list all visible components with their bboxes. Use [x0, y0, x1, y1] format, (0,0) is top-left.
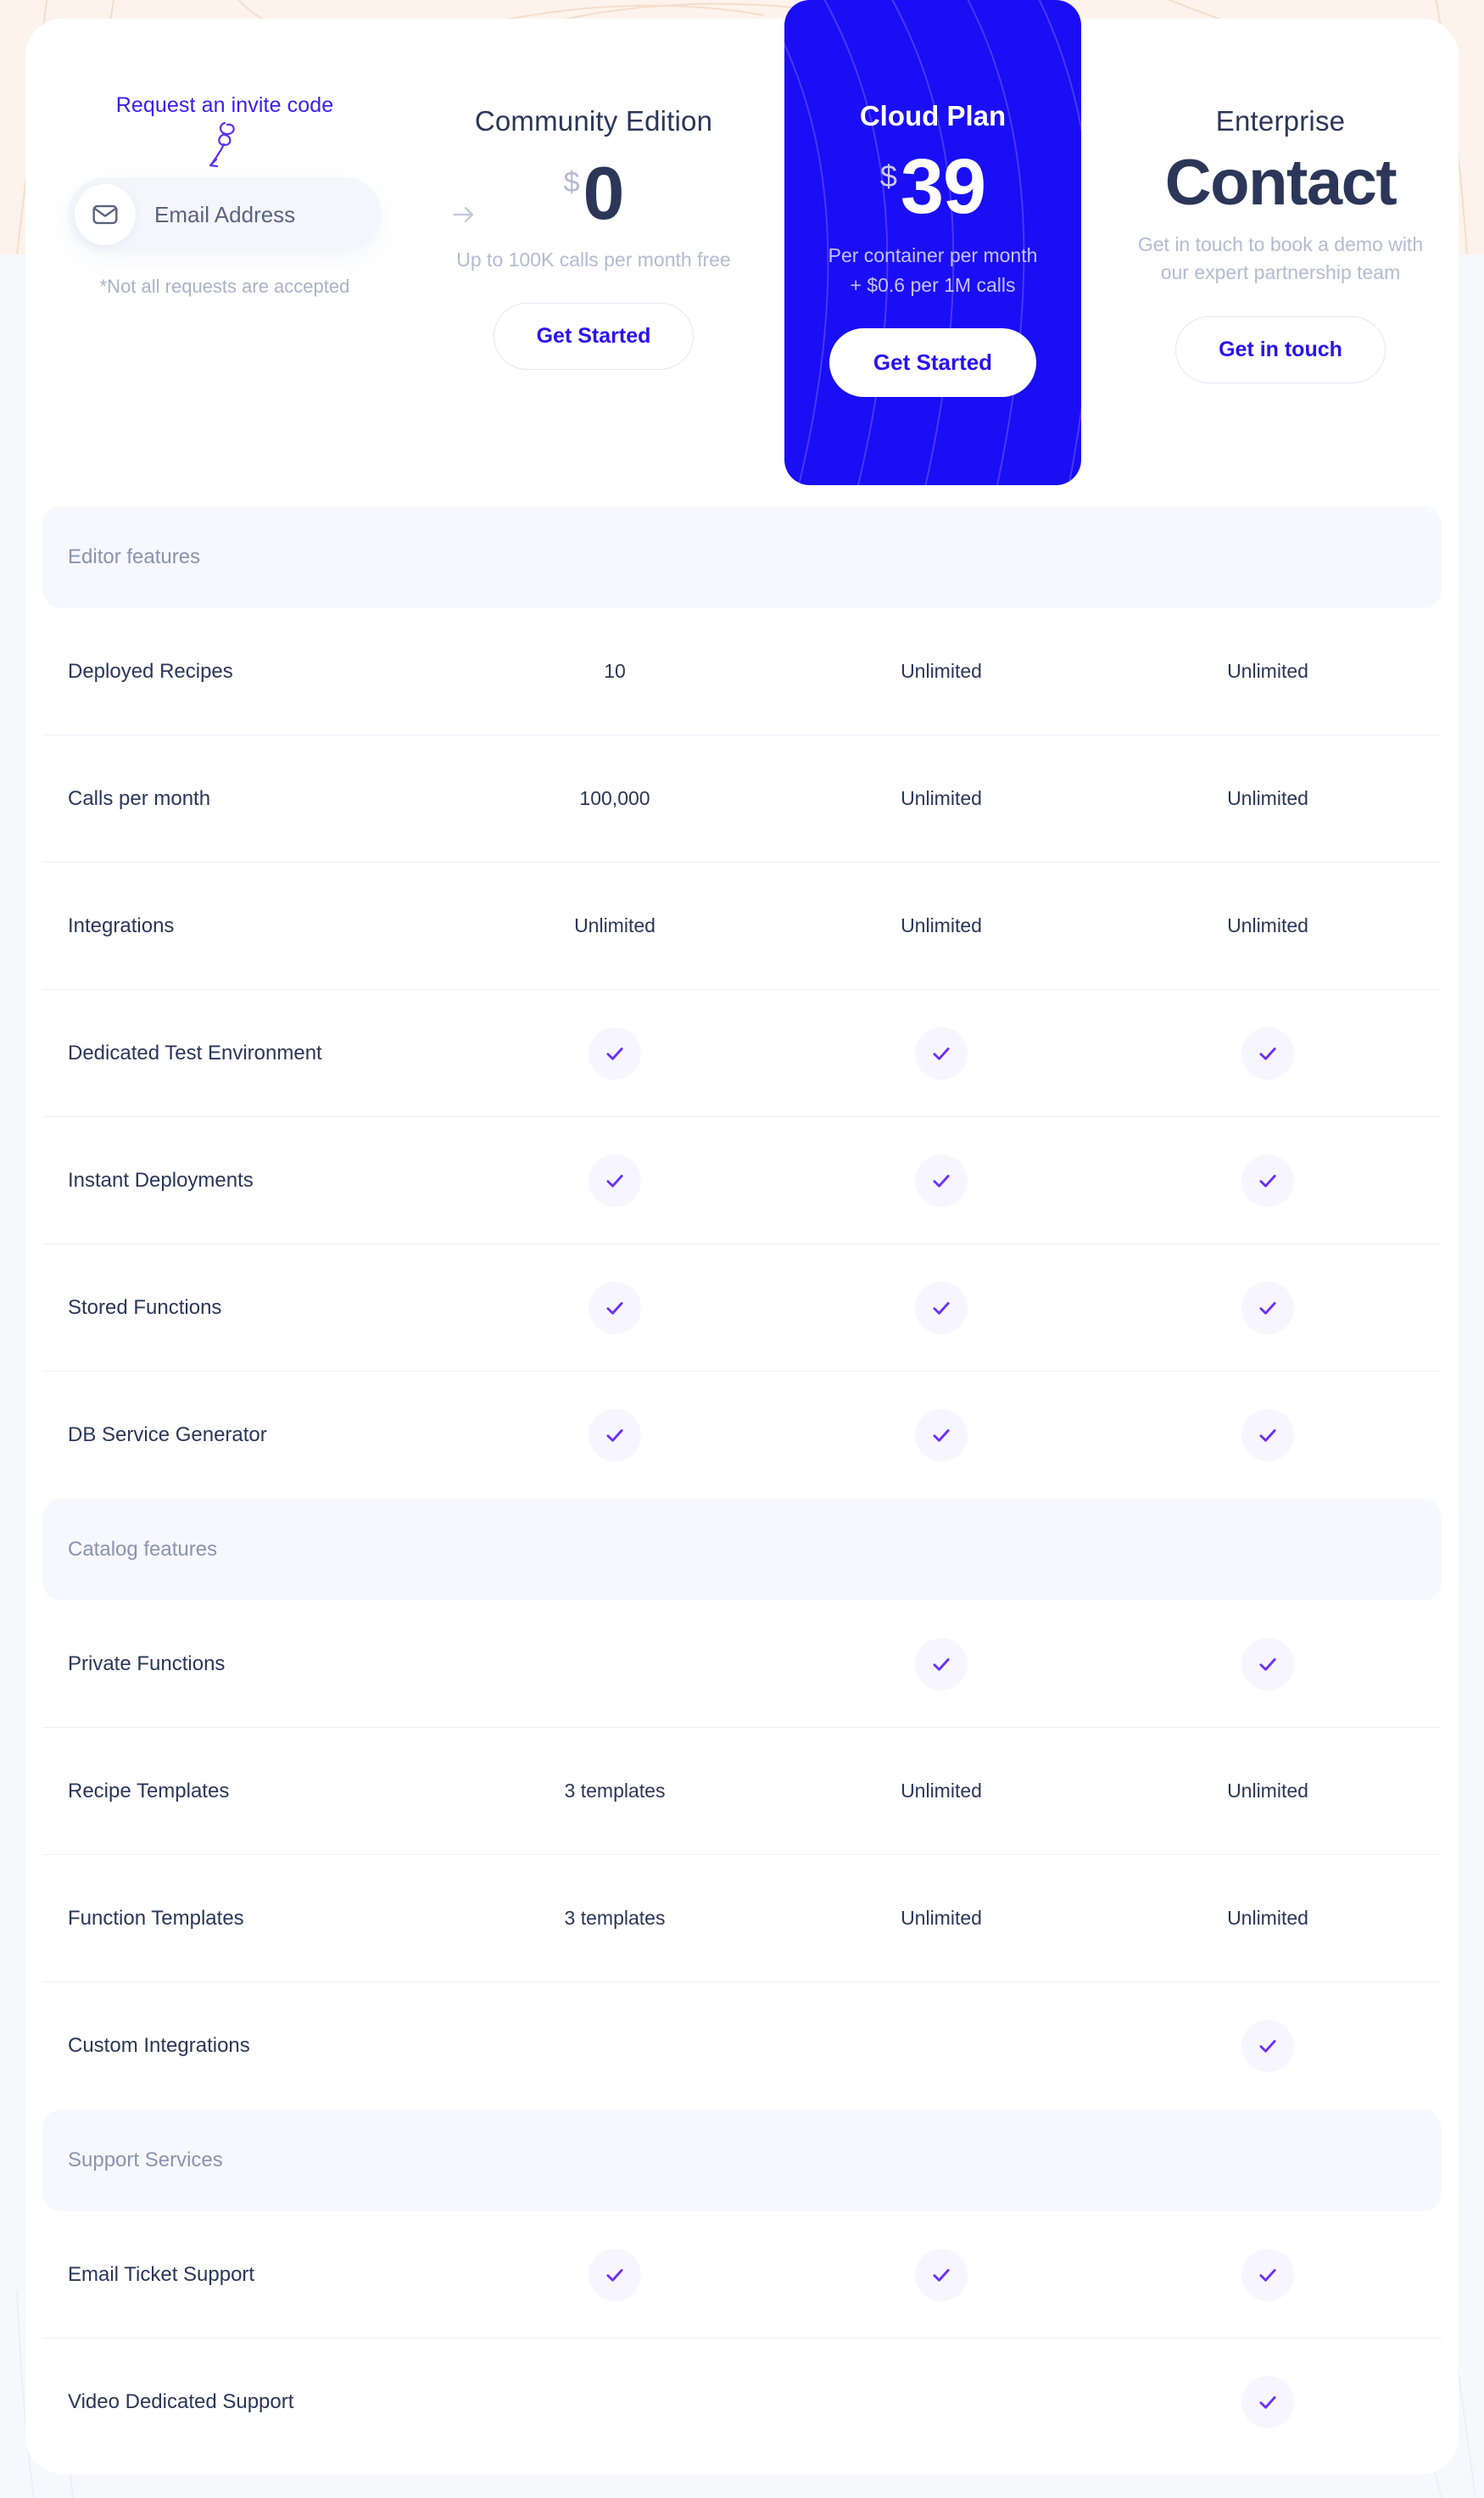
- email-signup-field[interactable]: [68, 177, 474, 252]
- feature-value-enterprise: Unlimited: [1227, 1780, 1308, 1802]
- feature-value-cloud: Unlimited: [901, 787, 982, 809]
- plan-subtitle-enterprise-line1: Get in touch to book a demo with: [1137, 233, 1424, 255]
- feature-label: Custom Integrations: [68, 2034, 250, 2057]
- check-icon: [589, 1409, 641, 1461]
- feature-value-community: Unlimited: [574, 914, 656, 936]
- table-row: Private Functions: [42, 1601, 1442, 1728]
- currency-symbol-cloud: $: [879, 159, 897, 193]
- check-icon: [1241, 1154, 1294, 1207]
- feature-label: Integrations: [68, 914, 175, 937]
- feature-value-community: 10: [604, 660, 626, 682]
- table-row: Dedicated Test Environment: [42, 990, 1442, 1117]
- feature-value-community: 100,000: [579, 787, 650, 809]
- comparison-table: Editor features Deployed Recipes 10 Unlimit…: [25, 506, 1459, 2466]
- feature-value-cloud: Unlimited: [901, 1780, 982, 1802]
- price-amount: 0: [583, 151, 624, 235]
- feature-value-cloud: Unlimited: [901, 914, 982, 936]
- feature-label: Dedicated Test Environment: [68, 1041, 322, 1065]
- feature-label: DB Service Generator: [68, 1423, 267, 1446]
- section-label: Support Services: [68, 2149, 223, 2171]
- feature-label: Recipe Templates: [68, 1779, 230, 1802]
- request-invite-code-link[interactable]: Request an invite code: [42, 93, 407, 118]
- feature-label: Stored Functions: [68, 1295, 222, 1319]
- pricing-page-card: Request an invite code Email Address *No…: [25, 0, 1459, 2474]
- table-row: Recipe Templates 3 templates Unlimited Unli…: [42, 1728, 1442, 1855]
- check-icon: [915, 1409, 968, 1461]
- feature-value-enterprise: Unlimited: [1227, 660, 1308, 682]
- table-row: DB Service Generator: [42, 1372, 1442, 1499]
- get-started-button-cloud[interactable]: Get Started: [828, 328, 1037, 397]
- plan-title-community: Community Edition: [474, 105, 713, 137]
- plan-price-community: $ 0: [411, 156, 776, 231]
- feature-value-enterprise: Unlimited: [1227, 914, 1308, 936]
- section-label: Editor features: [68, 545, 201, 568]
- check-icon: [1241, 1281, 1294, 1334]
- feature-label: Calls per month: [68, 786, 211, 810]
- check-icon: [915, 1154, 968, 1207]
- feature-value-cloud: Unlimited: [901, 660, 982, 682]
- feature-label: Email Ticket Support: [68, 2262, 255, 2286]
- feature-label: Private Functions: [68, 1651, 226, 1675]
- plan-community: Community Edition $ 0 Up to 100K calls p…: [411, 19, 776, 371]
- plan-subtitle-enterprise-line2: our expert partnership team: [1160, 261, 1401, 284]
- invite-note: *Not all requests are accepted: [99, 276, 350, 297]
- table-row: Deployed Recipes 10 Unlimited Unlimited: [42, 608, 1442, 735]
- check-icon: [1241, 2376, 1294, 2428]
- table-row: Calls per month 100,000 Unlimited Unlimited: [42, 735, 1442, 863]
- feature-label: Instant Deployments: [68, 1168, 254, 1192]
- plan-subtitle-cloud-line1: Per container per month: [828, 244, 1038, 266]
- plan-title-enterprise: Enterprise: [1215, 105, 1346, 137]
- currency-symbol: $: [563, 166, 580, 198]
- table-row: Integrations Unlimited Unlimited Unlimited: [42, 863, 1442, 990]
- plan-enterprise: Enterprise Contact Get in touch to book …: [1115, 19, 1446, 383]
- feature-value-cloud: Unlimited: [901, 1907, 982, 1929]
- plan-title-cloud: Cloud Plan: [859, 100, 1007, 131]
- table-row: Instant Deployments: [42, 1117, 1442, 1244]
- table-row: Function Templates 3 templates Unlimited Un…: [42, 1855, 1442, 1982]
- feature-value-community: 3 templates: [564, 1780, 666, 1802]
- check-icon: [589, 2248, 641, 2301]
- section-header-band: Support Services: [42, 2110, 1442, 2211]
- email-input[interactable]: [136, 201, 438, 228]
- section-header-band: Editor features: [42, 506, 1442, 608]
- get-in-touch-button[interactable]: Get in touch: [1175, 316, 1386, 383]
- feature-label: Function Templates: [68, 1906, 244, 1930]
- check-icon: [915, 1637, 968, 1690]
- check-icon: [1241, 1637, 1294, 1690]
- price-amount-cloud: 39: [900, 143, 986, 230]
- check-icon: [1241, 2248, 1294, 2301]
- check-icon: [1241, 2020, 1294, 2072]
- table-row: Stored Functions: [42, 1244, 1442, 1372]
- check-icon: [915, 2248, 968, 2301]
- feature-label: Video Dedicated Support: [68, 2390, 294, 2413]
- check-icon: [915, 1026, 968, 1080]
- plan-subtitle-cloud-line2: + $0.6 per 1M calls: [850, 273, 1016, 296]
- envelope-icon: [75, 184, 136, 245]
- check-icon: [589, 1026, 641, 1080]
- check-icon: [589, 1154, 641, 1207]
- check-icon: [1241, 1409, 1294, 1461]
- check-icon: [1241, 1026, 1294, 1080]
- plans-row: Request an invite code Email Address *No…: [25, 0, 1459, 506]
- plan-price-cloud: $ 39: [784, 148, 1081, 226]
- invite-column: Request an invite code Email Address *No…: [42, 19, 474, 298]
- section-label: Catalog features: [68, 1538, 218, 1561]
- feature-value-community: 3 templates: [564, 1907, 666, 1929]
- feature-label: Deployed Recipes: [68, 659, 233, 683]
- check-icon: [589, 1281, 641, 1334]
- curly-arrow-icon: [42, 120, 407, 170]
- plan-subtitle-community: Up to 100K calls per month free: [456, 249, 731, 271]
- price-amount-enterprise: Contact: [1164, 147, 1398, 219]
- table-row: Custom Integrations: [42, 1982, 1442, 2110]
- section-header-band: Catalog features: [42, 1499, 1442, 1601]
- table-row: Video Dedicated Support: [42, 2339, 1442, 2466]
- table-row: Email Ticket Support: [42, 2211, 1442, 2339]
- plan-cloud-highlighted: Cloud Plan $ 39 Per container per month …: [784, 0, 1081, 485]
- feature-value-enterprise: Unlimited: [1227, 1907, 1308, 1929]
- get-started-button-community[interactable]: Get Started: [493, 303, 695, 371]
- check-icon: [915, 1281, 968, 1334]
- feature-value-enterprise: Unlimited: [1227, 787, 1308, 809]
